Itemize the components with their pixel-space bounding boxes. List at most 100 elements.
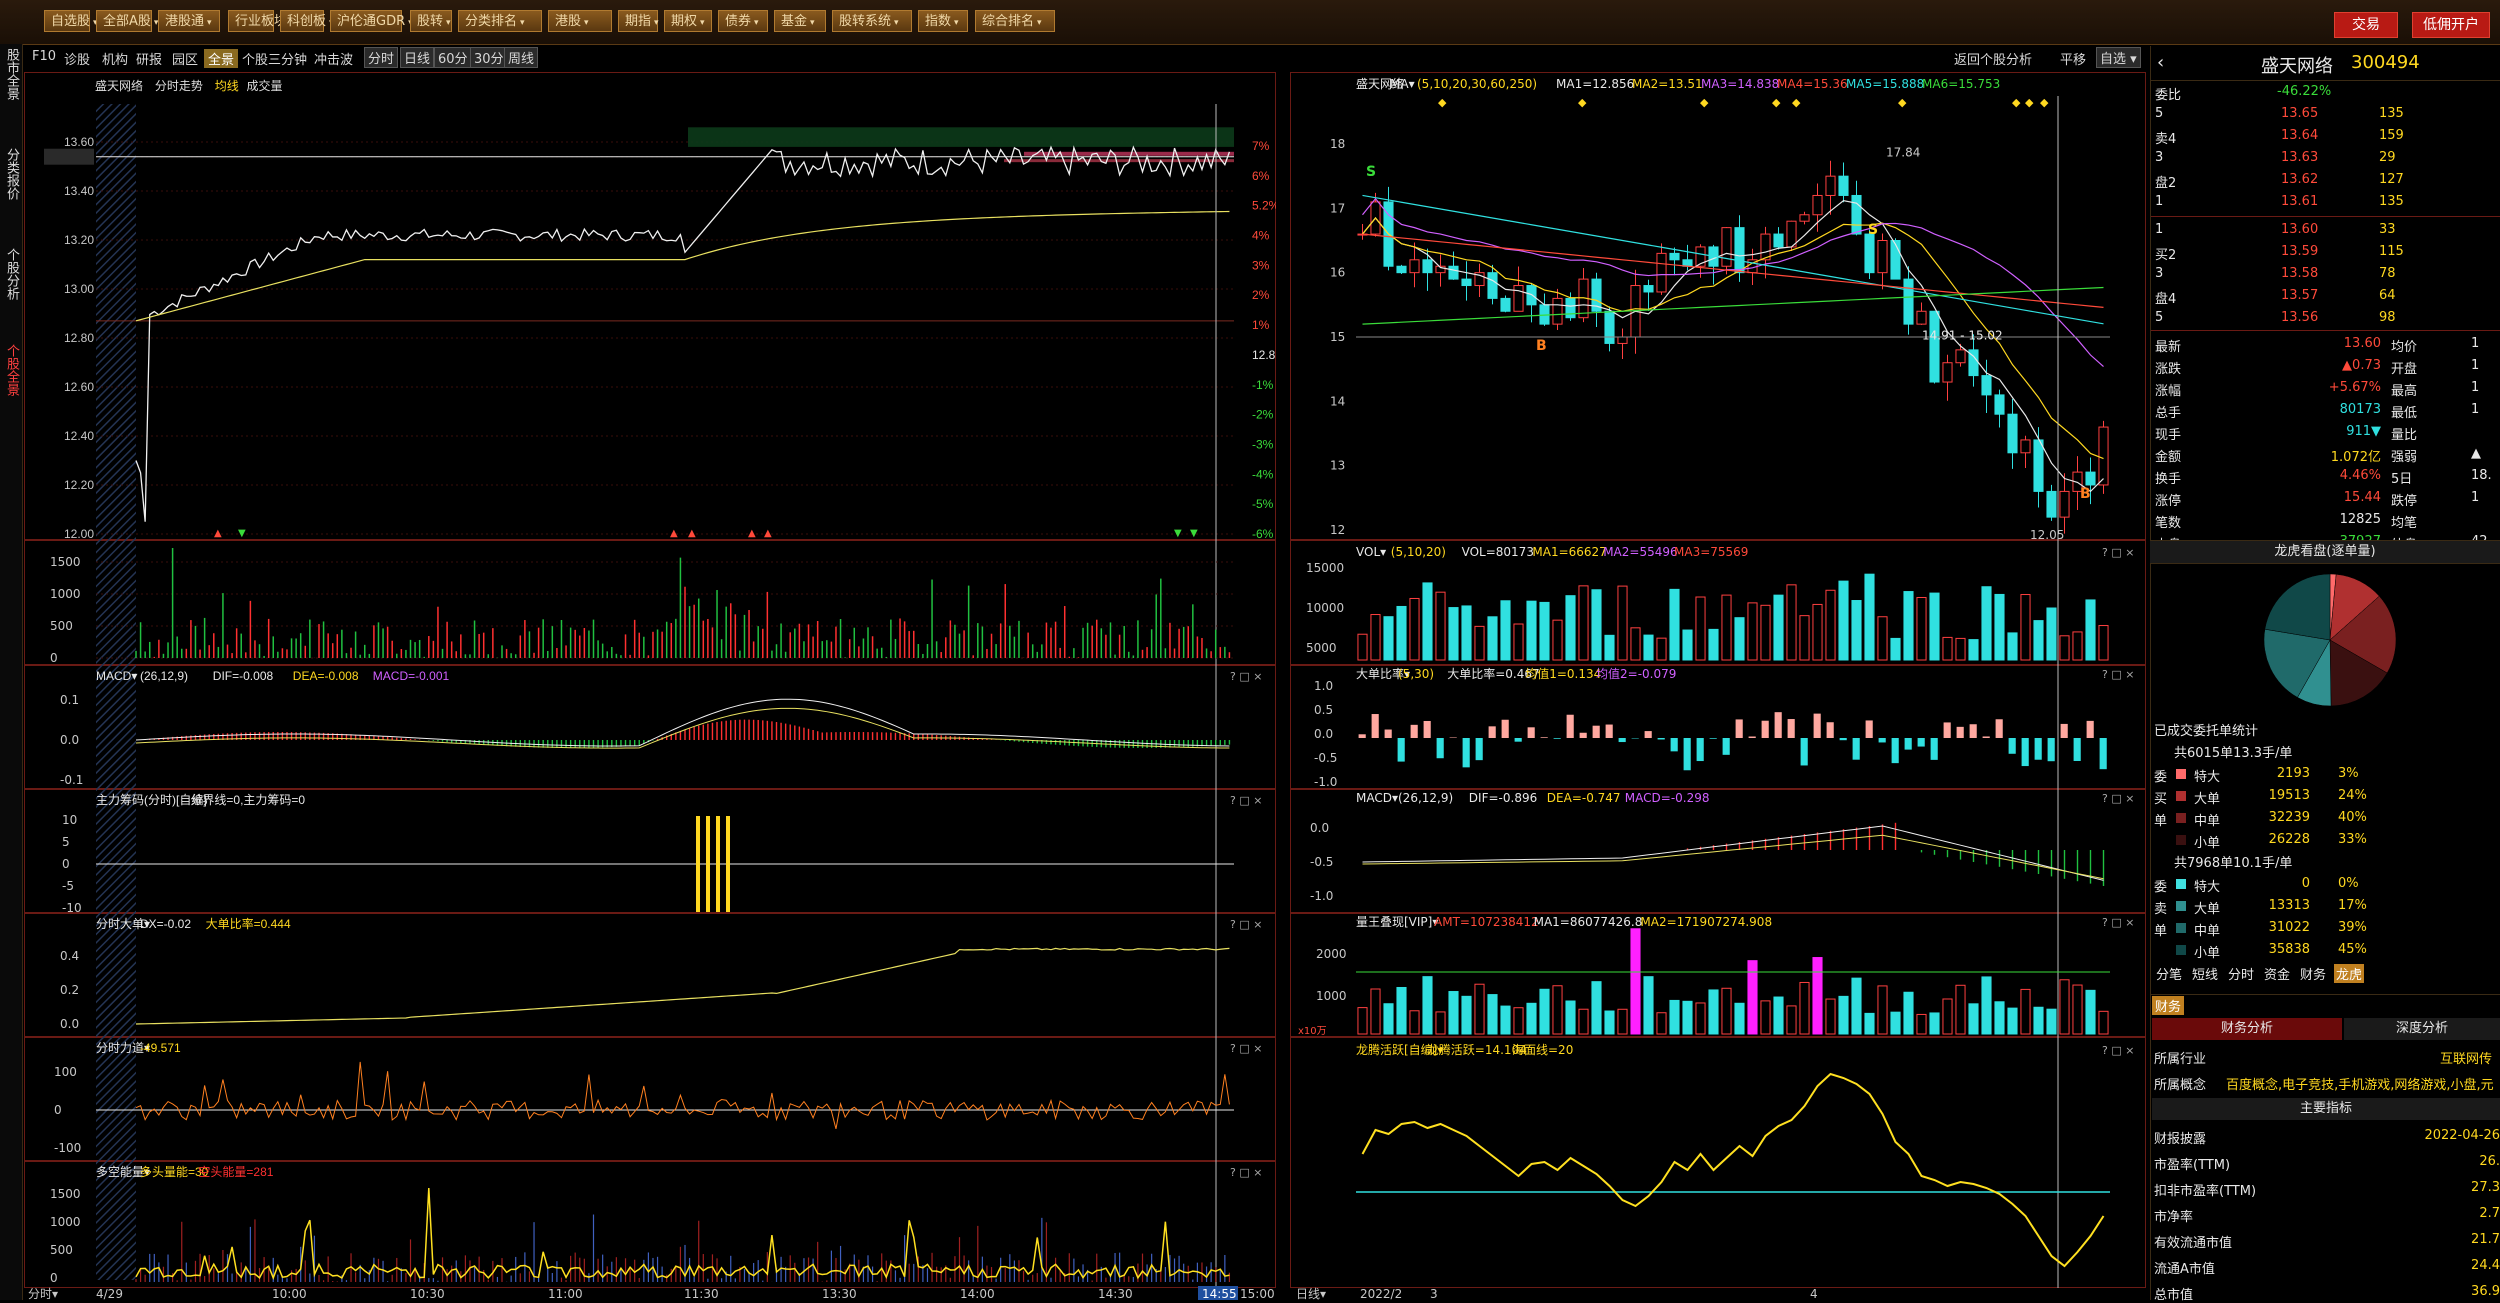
toolbar-button-3[interactable]: 行业板块▾ bbox=[228, 10, 274, 32]
subbar-item-7[interactable]: 冲击波 bbox=[314, 49, 353, 68]
zl-tick: 5 bbox=[62, 835, 70, 849]
open-account-button[interactable]: 低佣开户 bbox=[2412, 12, 2490, 38]
daily-price-tick: 14 bbox=[1330, 394, 1345, 408]
toolbar-button-6[interactable]: 股转▾ bbox=[410, 10, 452, 32]
toolbar-button-4[interactable]: 科创板▾ bbox=[280, 10, 324, 32]
bid-row: 盘413.5764 bbox=[2151, 286, 2500, 308]
signal-diamond-icon: ◆ bbox=[1578, 96, 1587, 109]
finance-analysis-tab[interactable]: 财务分析 bbox=[2152, 1018, 2342, 1040]
side-tab-5[interactable]: 龙虎 bbox=[2334, 964, 2364, 983]
stat-value: 1.072亿 bbox=[2301, 446, 2381, 465]
toolbar-button-2[interactable]: 港股通▾ bbox=[158, 10, 220, 32]
toolbar-button-11[interactable]: 债券▾ bbox=[718, 10, 768, 32]
entrust-volume: 35838 bbox=[2250, 942, 2310, 957]
entrust-type: 中单 bbox=[2194, 810, 2220, 829]
pct-tick: -2% bbox=[1252, 408, 1274, 422]
subbar-item-4[interactable]: 园区 bbox=[172, 49, 198, 68]
rail-tab-market[interactable]: 股市全景 bbox=[3, 48, 19, 100]
side-tab-2[interactable]: 分时 bbox=[2226, 964, 2256, 983]
subbar-item-10[interactable]: 60分 bbox=[434, 47, 472, 68]
price-tick: 13.40 bbox=[64, 184, 94, 198]
panel-controls-icon: ? □ × bbox=[2102, 546, 2134, 559]
rail-tab-stock-analysis[interactable]: 个股分析 bbox=[3, 248, 19, 300]
subbar-item-3[interactable]: 研报 bbox=[136, 49, 162, 68]
finance-tab[interactable]: 财务 bbox=[2152, 996, 2184, 1015]
signal-marker-icon: ▼ bbox=[1190, 528, 1198, 539]
toolbar-button-15[interactable]: 综合排名▾ bbox=[975, 10, 1055, 32]
trade-button[interactable]: 交易 bbox=[2334, 12, 2398, 38]
time-tick: 14:00 bbox=[960, 1287, 995, 1300]
back-stock-analysis-link[interactable]: 返回个股分析 bbox=[1954, 49, 2032, 68]
side-tab-4[interactable]: 财务 bbox=[2298, 964, 2328, 983]
side-tab-3[interactable]: 资金 bbox=[2262, 964, 2292, 983]
panel-controls-icon: ? □ × bbox=[1230, 670, 1262, 683]
bid-volume: 98 bbox=[2379, 310, 2396, 325]
time-tick: 11:00 bbox=[548, 1287, 583, 1300]
left-rail: 股市全景 分类报价 个股分析 个股全景 bbox=[0, 44, 23, 1300]
bid-row: 313.5878 bbox=[2151, 264, 2500, 286]
subbar-item-1[interactable]: 诊股 bbox=[64, 49, 90, 68]
toolbar-button-1[interactable]: 全部A股▾ bbox=[96, 10, 152, 32]
left-panel-frame bbox=[25, 914, 1276, 1037]
bid-price: 13.57 bbox=[2281, 288, 2318, 303]
subbar-item-0[interactable]: F10 bbox=[32, 49, 56, 64]
subbar-item-5[interactable]: 全景 bbox=[204, 49, 238, 68]
bid-price: 13.59 bbox=[2281, 244, 2318, 259]
bid-volume: 78 bbox=[2379, 266, 2396, 281]
industry-label: 所属行业 bbox=[2154, 1048, 2206, 1067]
bid-level-label: 1 bbox=[2155, 222, 2163, 237]
daily-price-tick: 15 bbox=[1330, 330, 1345, 344]
toolbar-button-12[interactable]: 基金▾ bbox=[774, 10, 826, 32]
signal-marker-icon: ▲ bbox=[688, 528, 696, 539]
subbar-item-12[interactable]: 周线 bbox=[504, 47, 538, 68]
toolbar-button-8[interactable]: 港股▾ bbox=[548, 10, 612, 32]
range-label: 14.91 - 15.02 bbox=[1922, 329, 2003, 343]
pct-tick: 1% bbox=[1252, 318, 1270, 332]
ma-header-text: MA1=12.856 bbox=[1556, 77, 1634, 91]
buy-sell-signal: B bbox=[2080, 486, 2091, 502]
toolbar-button-9[interactable]: 期指▾ bbox=[618, 10, 658, 32]
subbar-item-9[interactable]: 日线 bbox=[400, 47, 434, 68]
watchlist-dropdown[interactable]: 自选 ▾ bbox=[2096, 47, 2141, 68]
bid-row: 113.6033 bbox=[2151, 220, 2500, 242]
pie-slice bbox=[2265, 574, 2330, 640]
signal-diamond-icon: ◆ bbox=[2040, 96, 2049, 109]
side-tab-1[interactable]: 短线 bbox=[2190, 964, 2220, 983]
toolbar-button-14[interactable]: 指数▾ bbox=[918, 10, 968, 32]
ask-volume: 135 bbox=[2379, 106, 2404, 121]
subbar-item-2[interactable]: 机构 bbox=[102, 49, 128, 68]
pan-button[interactable]: 平移 bbox=[2060, 49, 2086, 68]
entrust-type: 大单 bbox=[2194, 788, 2220, 807]
side-tab-0[interactable]: 分笔 bbox=[2154, 964, 2184, 983]
stat-label: 涨跌 bbox=[2155, 358, 2181, 377]
subbar-item-8[interactable]: 分时 bbox=[364, 47, 398, 68]
bid-price: 13.56 bbox=[2281, 310, 2318, 325]
back-chevron-icon[interactable]: ‹ bbox=[2157, 52, 2164, 73]
dd-tick: 0.4 bbox=[60, 949, 79, 963]
stat-value: +5.67% bbox=[2301, 380, 2381, 395]
daily-panel-header: AMT=107238412 bbox=[1434, 915, 1539, 929]
ask-price: 13.64 bbox=[2281, 128, 2318, 143]
left-panel-frame bbox=[25, 666, 1276, 789]
daily-price-tick: 12 bbox=[1330, 523, 1345, 537]
deep-analysis-tab[interactable]: 深度分析 bbox=[2344, 1018, 2500, 1040]
toolbar-button-0[interactable]: 自选股▾ bbox=[44, 10, 90, 32]
rail-tab-category[interactable]: 分类报价 bbox=[3, 148, 19, 200]
daily-macd-tick: -1.0 bbox=[1310, 889, 1333, 903]
subbar-item-6[interactable]: 个股三分钟 bbox=[242, 49, 307, 68]
fin-value: 2022-04-26 bbox=[2400, 1128, 2500, 1143]
bid-volume: 115 bbox=[2379, 244, 2404, 259]
stats-divider bbox=[2151, 330, 2500, 331]
ask-row: 卖413.64159 bbox=[2151, 126, 2500, 148]
rail-tab-stock-panorama[interactable]: 个股全景 bbox=[3, 344, 19, 396]
concept-label: 所属概念 bbox=[2154, 1074, 2206, 1093]
daily-panel-header: (5,30) bbox=[1398, 667, 1434, 681]
daily-dd-tick: 0.0 bbox=[1314, 727, 1333, 741]
toolbar-button-7[interactable]: 分类排名▾ bbox=[458, 10, 542, 32]
toolbar-button-13[interactable]: 股转系统▾ bbox=[832, 10, 912, 32]
panel-controls-icon: ? □ × bbox=[2102, 916, 2134, 929]
subbar-item-11[interactable]: 30分 bbox=[470, 47, 508, 68]
toolbar-button-10[interactable]: 期权▾ bbox=[664, 10, 712, 32]
toolbar-button-5[interactable]: 沪伦通GDR▾ bbox=[330, 10, 402, 32]
industry-value: 互联网传 bbox=[2440, 1048, 2492, 1067]
